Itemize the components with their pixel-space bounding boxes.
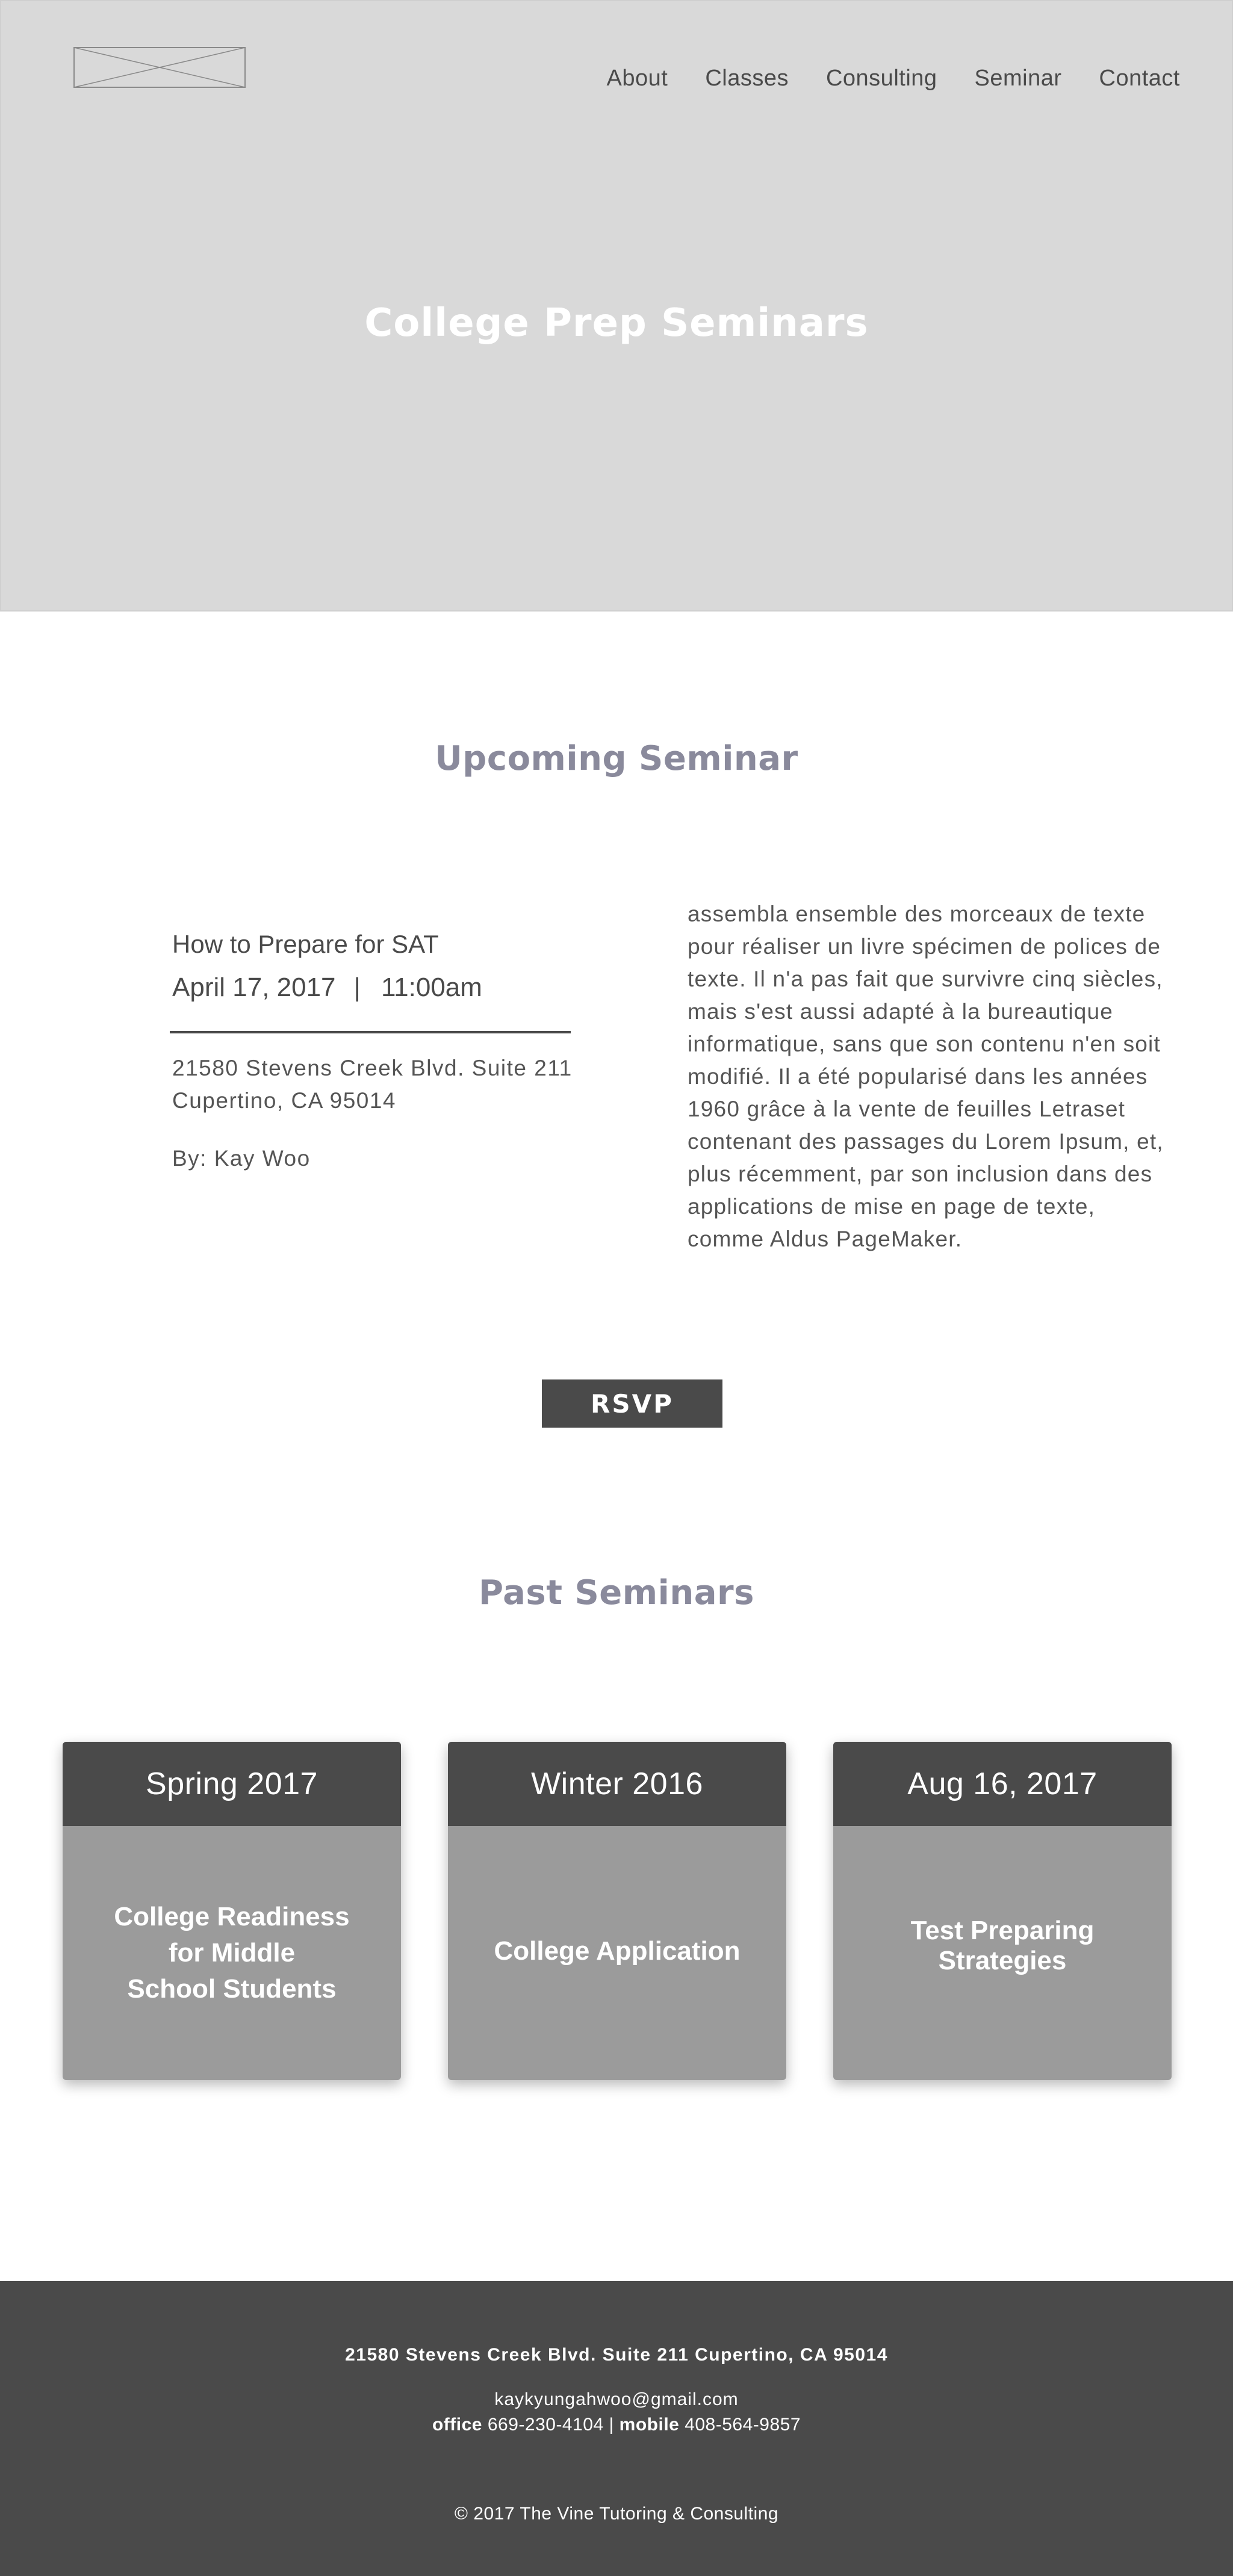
- event-address-line1: 21580 Stevens Creek Blvd. Suite 211: [172, 1056, 573, 1080]
- event-address-line2: Cupertino, CA 95014: [172, 1088, 397, 1113]
- nav-link-about[interactable]: About: [607, 66, 668, 91]
- card-title: Test Preparing Strategies: [910, 1916, 1095, 1975]
- event-info: How to Prepare for SAT April 17, 2017 | 11…: [172, 927, 570, 1006]
- nav-link-contact[interactable]: Contact: [1099, 66, 1180, 91]
- past-seminars-heading: Past Seminars: [479, 1573, 754, 1612]
- event-date: April 17, 2017: [172, 973, 336, 1002]
- event-presenter: By: Kay Woo: [172, 1146, 311, 1171]
- page-title: College Prep Seminars: [364, 301, 869, 345]
- nav-link-consulting[interactable]: Consulting: [826, 66, 937, 91]
- past-seminar-card[interactable]: Spring 2017 College Readiness for Middle…: [63, 1742, 401, 2080]
- card-date: Aug 16, 2017: [833, 1742, 1172, 1826]
- footer: 21580 Stevens Creek Blvd. Suite 211 Cupe…: [0, 2281, 1233, 2576]
- past-seminar-card[interactable]: Winter 2016 College Application: [448, 1742, 786, 2080]
- card-date: Spring 2017: [63, 1742, 401, 1826]
- past-seminar-card[interactable]: Aug 16, 2017 Test Preparing Strategies: [833, 1742, 1172, 2080]
- footer-copyright: © 2017 The Vine Tutoring & Consulting: [454, 2504, 779, 2524]
- card-title: College Readiness for Middle School Stud…: [114, 1902, 350, 2004]
- nav-link-seminar[interactable]: Seminar: [975, 66, 1062, 91]
- mobile-phone[interactable]: 408-564-9857: [685, 2415, 801, 2435]
- rsvp-button[interactable]: RSVP: [542, 1379, 722, 1428]
- footer-address: 21580 Stevens Creek Blvd. Suite 211 Cupe…: [345, 2345, 888, 2365]
- card-title: College Application: [494, 1936, 741, 1966]
- footer-phones: office 669-230-4104 | mobile 408-564-985…: [0, 2415, 1233, 2435]
- card-date: Winter 2016: [448, 1742, 786, 1826]
- main-nav: About Classes Consulting Seminar Contact: [607, 66, 1181, 91]
- hero-banner: About Classes Consulting Seminar Contact…: [0, 0, 1233, 611]
- event-time: 11:00am: [380, 973, 482, 1002]
- mobile-label: mobile: [619, 2415, 680, 2435]
- event-address: 21580 Stevens Creek Blvd. Suite 211 Cupe…: [172, 1052, 582, 1117]
- event-title: How to Prepare for SAT: [172, 930, 439, 958]
- phone-divider: |: [609, 2415, 614, 2435]
- office-phone[interactable]: 669-230-4104: [488, 2415, 604, 2435]
- event-date-time: April 17, 2017 | 11:00am: [172, 969, 570, 1006]
- office-label: office: [432, 2415, 482, 2435]
- upcoming-seminar-heading: Upcoming Seminar: [435, 739, 798, 778]
- event-date-separator: |: [353, 973, 361, 1002]
- nav-link-classes[interactable]: Classes: [705, 66, 789, 91]
- event-divider: [170, 1031, 571, 1033]
- footer-email-link[interactable]: kaykyungahwoo@gmail.com: [0, 2389, 1233, 2410]
- logo-placeholder-icon[interactable]: [73, 47, 246, 88]
- event-description: assembla ensemble des morceaux de texte …: [688, 902, 1164, 1251]
